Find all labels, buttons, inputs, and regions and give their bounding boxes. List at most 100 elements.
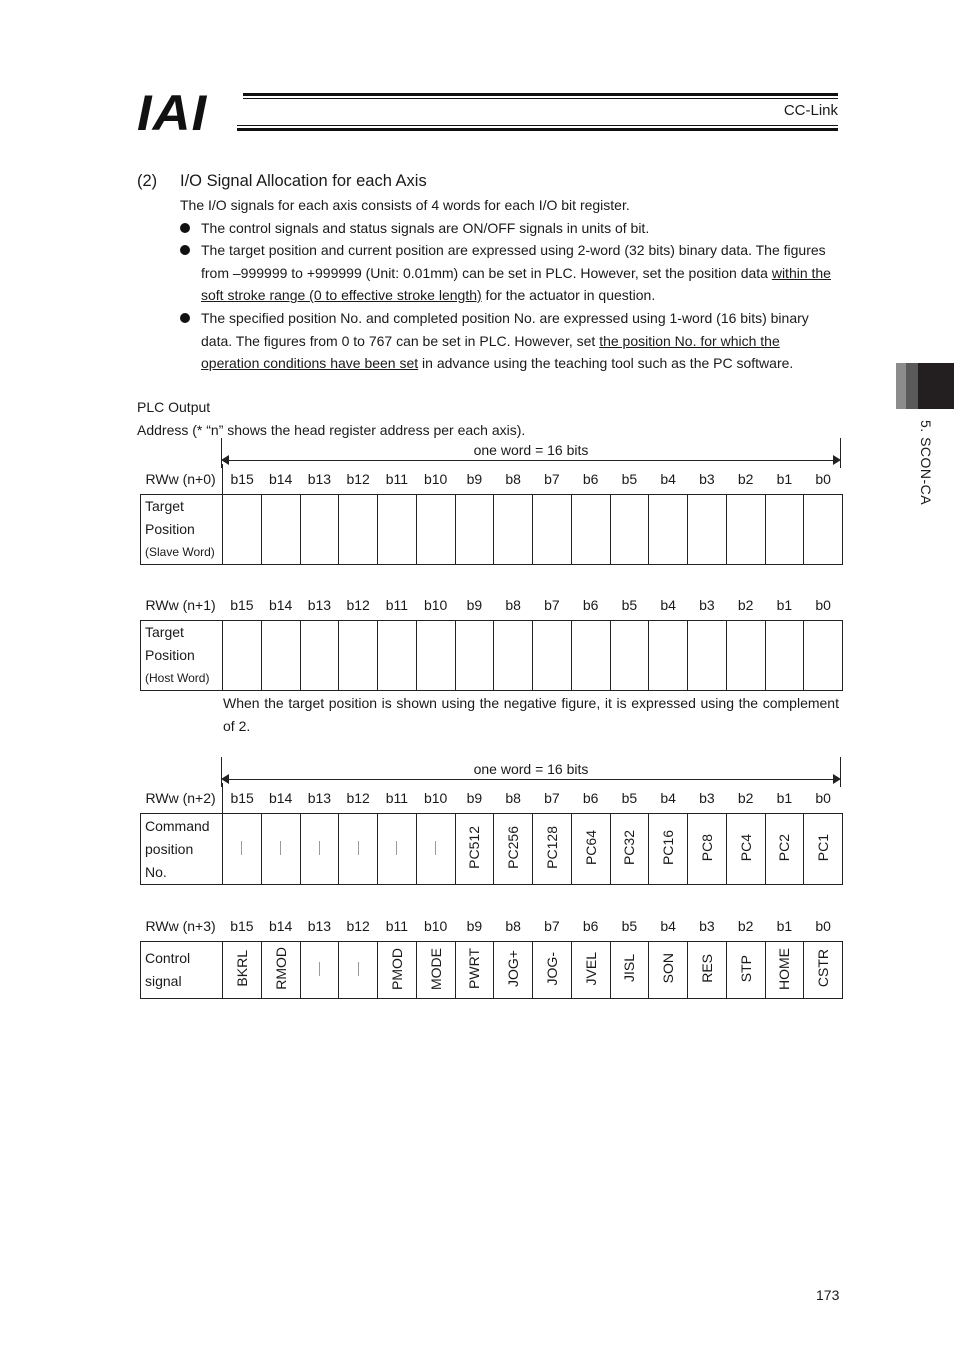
bit-cell [532, 494, 572, 565]
bit-cell [415, 494, 456, 565]
bit-header: b8 [505, 471, 521, 487]
bit-cell: JVEL [570, 941, 611, 999]
bit-header: b15 [222, 783, 262, 814]
bit-header: b2 [737, 471, 754, 487]
bit-header: b3 [699, 597, 715, 613]
bit-cell [493, 620, 533, 691]
bit-cell [609, 620, 650, 691]
bit-header: b7 [544, 790, 560, 806]
bit-signal-name: PC4 [737, 833, 754, 862]
bit-cell [222, 494, 262, 565]
bit-header: b0 [815, 471, 831, 487]
arrow-line [227, 779, 835, 780]
register-table: RWw (n+3) b15 b14 b13 b12 b11 b10 b9 b8 b7 b6 b5 b4 b… [140, 911, 843, 999]
bit-cell [648, 494, 688, 565]
bit-cell [570, 620, 611, 691]
register-label: Target Position (Host Word) [140, 620, 223, 691]
unused-bit-dash-icon [241, 840, 243, 855]
register-label-line: No. [145, 863, 167, 880]
header-title: CC-Link [783, 102, 838, 119]
bullet-icon [180, 313, 190, 323]
bit-header: b15 [230, 918, 254, 934]
bit-signal-name: PC1 [815, 833, 832, 862]
bit-cell: RMOD [260, 941, 301, 999]
bit-header: b13 [307, 790, 332, 806]
bit-cell [725, 620, 766, 691]
bit-header: b12 [346, 790, 370, 806]
bit-cell [803, 620, 843, 691]
bit-cell: PMOD [377, 941, 417, 999]
bit-header: b5 [621, 918, 638, 934]
bit-header: b13 [307, 918, 332, 934]
chapter-tab-mid [906, 363, 918, 409]
unused-bit-dash-icon [357, 840, 359, 855]
bit-header: b12 [346, 597, 370, 613]
bit-signal-name: BKRL [233, 950, 250, 987]
unused-bit-dash-icon [396, 840, 398, 855]
register-label-line: signal [145, 973, 182, 989]
bit-cell: STP [725, 941, 766, 999]
bit-cell [299, 941, 340, 999]
header-rule-bottom [237, 128, 838, 131]
register-row: Target Position (Host Word) [140, 620, 843, 691]
bit-header: b3 [699, 471, 715, 487]
bit-header: b12 [346, 918, 370, 934]
bit-cell [415, 620, 456, 691]
bit-header-row: RWw (n+2) b15 b14 b13 b12 b11 b10 b9 b8 b7 b6 b5 b4 b… [141, 783, 843, 814]
bit-signal-name: CSTR [815, 949, 832, 988]
header-rule-top-thin [243, 98, 838, 99]
bit-cell: SON [648, 941, 688, 999]
chapter-tab-light [896, 363, 906, 409]
bit-cell [377, 813, 417, 885]
bit-header: b6 [582, 790, 599, 806]
register-row: Control signal BKRL RMOD PMOD MODE PWRT JOG+ JOG… [140, 941, 843, 999]
header-rule-bottom-thin [237, 125, 838, 126]
bit-header: b8 [505, 918, 521, 934]
bit-signal-name: PWRT [466, 948, 483, 989]
bit-header: b11 [385, 918, 409, 934]
bit-cell [338, 813, 378, 885]
bit-header: b10 [423, 790, 448, 806]
bit-signal-name: RES [698, 954, 715, 983]
bit-header: b11 [385, 790, 409, 806]
bit-cell: HOME [764, 941, 805, 999]
bit-header: b5 [621, 790, 638, 806]
chapter-tab-dark [918, 363, 954, 409]
bit-header: b4 [660, 597, 676, 613]
bit-cell [454, 494, 495, 565]
word-span-label: one word = 16 bits [473, 442, 589, 458]
unused-bit-dash-icon [435, 840, 437, 855]
bit-header: b7 [544, 471, 560, 487]
bit-header: b15 [222, 464, 262, 495]
register-label-line: Position [145, 647, 195, 663]
bit-cell [570, 494, 611, 565]
register-label-line: Command [145, 817, 210, 834]
bit-header: b6 [582, 597, 599, 613]
bit-header: b0 [815, 597, 831, 613]
text-segment: The target position and current position… [201, 242, 826, 281]
register-table: RWw (n+1) b15 b14 b13 b12 b11 b10 b9 b8 b7 b6 b5 b4 b… [140, 590, 843, 691]
bit-header: b7 [544, 597, 560, 613]
bit-cell [725, 494, 766, 565]
plc-heading: PLC Output [137, 399, 211, 415]
bit-cell [338, 494, 378, 565]
unused-bit-dash-icon [280, 840, 282, 855]
bit-header: b1 [776, 471, 793, 487]
bit-cell [687, 494, 727, 565]
register-label-note: (Host Word) [145, 671, 210, 685]
bit-header: b0 [815, 918, 831, 934]
bit-signal-name: HOME [776, 947, 793, 990]
bit-cell: PC4 [725, 813, 766, 885]
bit-header: b7 [544, 918, 560, 934]
bit-signal-name: PC8 [698, 833, 715, 862]
register-table: RWw (n+2) b15 b14 b13 b12 b11 b10 b9 b8 b7 b6 b5 b4 b… [140, 783, 843, 885]
bit-cell [532, 620, 572, 691]
bit-cell: JISL [609, 941, 650, 999]
bit-cell [377, 620, 417, 691]
unused-bit-dash-icon [357, 961, 359, 976]
negative-value-note: When the target position is shown using … [223, 695, 839, 734]
bit-header-row: RWw (n+0) b15 b14 b13 b12 b11 b10 b9 b8 b7 b6 b5 b4 b… [141, 464, 843, 495]
bit-cell: PWRT [454, 941, 495, 999]
bit-header: b10 [423, 918, 448, 934]
bit-header: b6 [582, 918, 599, 934]
